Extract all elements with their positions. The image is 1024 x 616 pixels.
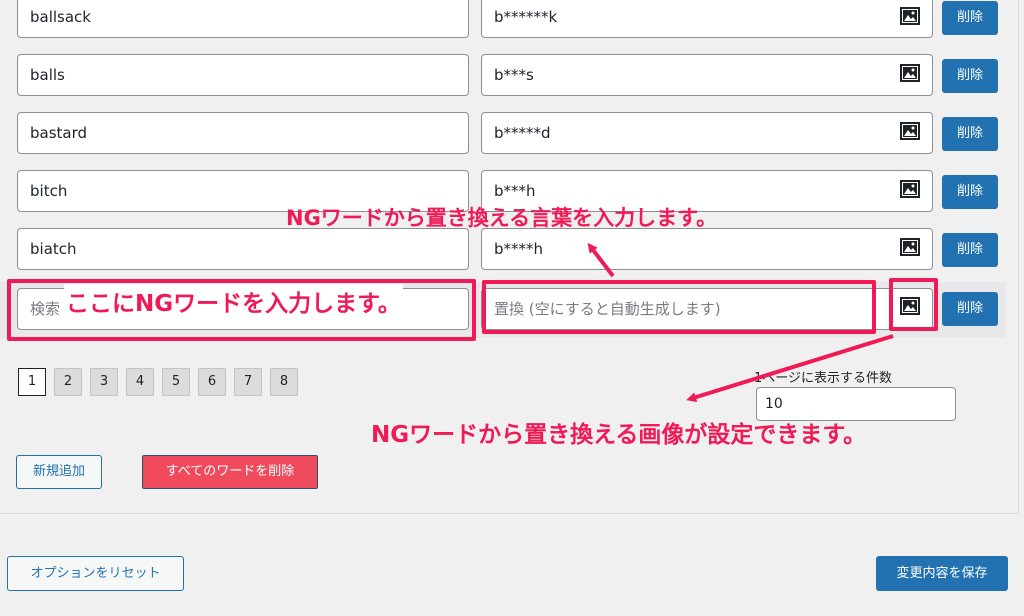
delete-button[interactable]: 削除 [942,117,998,151]
page-link[interactable]: 5 [162,368,190,396]
image-icon[interactable] [897,118,923,144]
delete-button[interactable]: 削除 [942,175,998,209]
ng-word-input[interactable]: bastard [17,112,469,154]
per-page-label: 1ページに表示する件数 [754,371,893,386]
replacement-input[interactable]: b***s [481,54,933,96]
page-link[interactable]: 2 [54,368,82,396]
page-link[interactable]: 4 [126,368,154,396]
save-changes-button[interactable]: 変更内容を保存 [876,556,1008,591]
ng-word-row: bastard b*****d 削除 [0,112,1006,170]
word-input-annotation: ここにNGワードを入力します。 [64,284,403,318]
page-link[interactable]: 3 [90,368,118,396]
image-icon[interactable] [897,60,923,86]
ng-word-row: balls b***s 削除 [0,54,1006,112]
replacement-input-highlight [482,280,876,334]
page-link[interactable]: 7 [234,368,262,396]
replacement-annotation: NGワードから置き換える言葉を入力します。 [286,206,718,230]
ng-word-input[interactable]: ballsack [17,0,469,38]
replacement-input[interactable]: b******k [481,0,933,38]
delete-button[interactable]: 削除 [942,233,998,267]
ng-word-row: ballsack b******k 削除 [0,0,1006,58]
image-icon[interactable] [897,3,923,29]
replacement-input[interactable]: b****h [481,228,933,270]
new-row-delete-button[interactable]: 削除 [942,292,998,326]
page-link[interactable]: 1 [18,368,46,396]
pagination: 1 2 3 4 5 6 7 8 [18,368,298,396]
image-icon[interactable] [897,176,923,202]
ng-word-row: biatch b****h 削除 [0,228,1006,286]
ng-word-settings-page: ballsack b******k 削除 balls b***s 削除 bast… [0,0,1024,616]
reset-options-button[interactable]: オプションをリセット [7,556,184,591]
delete-button[interactable]: 削除 [942,1,998,35]
replacement-input[interactable]: b*****d [481,112,933,154]
add-new-button[interactable]: 新規追加 [16,455,102,489]
ng-word-input[interactable]: balls [17,54,469,96]
ng-word-input[interactable]: biatch [17,228,469,270]
image-button-highlight [889,278,938,331]
page-link[interactable]: 8 [270,368,298,396]
delete-button[interactable]: 削除 [942,59,998,93]
delete-all-words-button[interactable]: すべてのワードを削除 [142,455,318,489]
image-annotation: NGワードから置き換える画像が設定できます。 [371,422,867,448]
image-icon[interactable] [897,234,923,260]
page-link[interactable]: 6 [198,368,226,396]
